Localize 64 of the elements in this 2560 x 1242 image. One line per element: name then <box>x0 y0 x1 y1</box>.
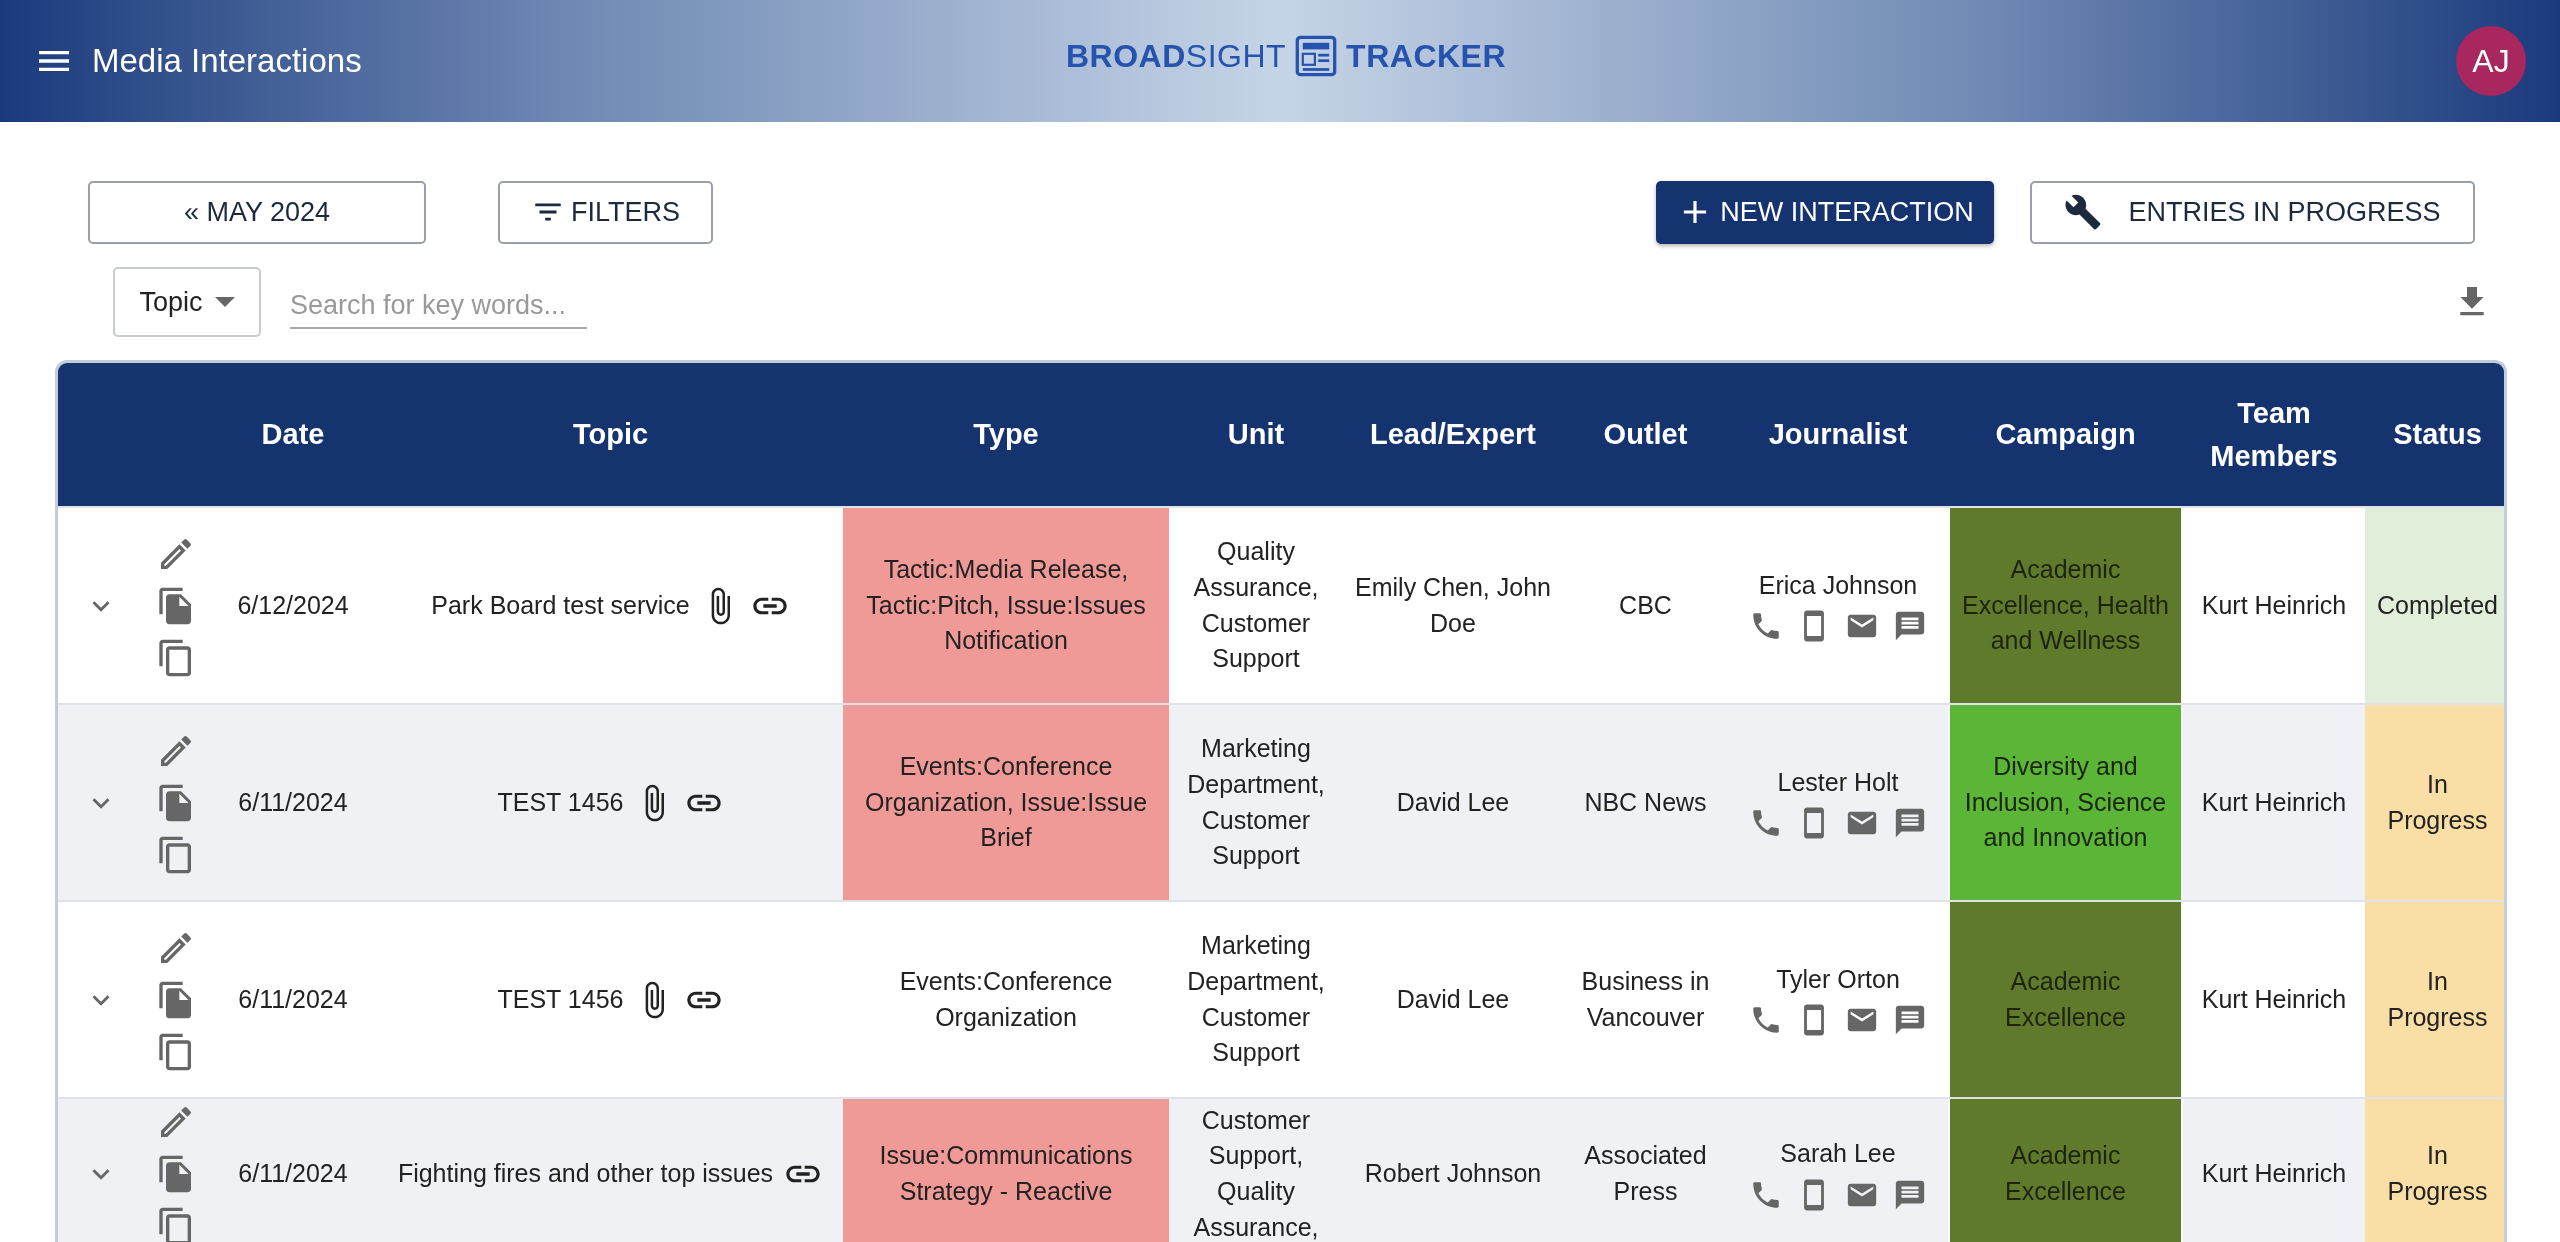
field-select[interactable]: Topic <box>113 267 261 337</box>
outlet-text: Business in Vancouver <box>1580 965 1711 1033</box>
unit-text: Marketing Department, Customer Support <box>1186 733 1326 872</box>
journalist-text: Lester Holt <box>1777 766 1899 798</box>
user-avatar[interactable]: AJ <box>2456 26 2526 96</box>
newspaper-icon <box>1294 34 1339 78</box>
campaign-cell: Academic Excellence <box>1948 1099 2183 1242</box>
wrench-icon <box>2064 193 2103 231</box>
lead-text: Robert Johnson <box>1364 1158 1542 1190</box>
column-header: Status <box>2392 417 2483 453</box>
new-interaction-button[interactable]: NEW INTERACTION <box>1656 180 1994 244</box>
team-member-text: Kurt Heinrich <box>2201 983 2347 1015</box>
status-cell: In Progress <box>2365 1099 2504 1242</box>
column-header: Lead/Expert <box>1369 417 1537 453</box>
type-cell: Tactic:Media Release, Tactic:Pitch, Issue:Issues Notification <box>843 508 1169 703</box>
team-member-text: Kurt Heinrich <box>2201 589 2347 621</box>
logo-text-bold: TRACKER <box>1346 37 1507 75</box>
lead-text: David Lee <box>1396 983 1510 1015</box>
logo-text: SIGHT <box>1185 37 1287 75</box>
status-cell: In Progress <box>2365 705 2504 900</box>
topic-text: Park Board test service <box>431 589 690 621</box>
team-member-text: Kurt Heinrich <box>2201 786 2347 818</box>
column-header: Outlet <box>1602 417 1689 453</box>
dropdown-caret-icon <box>214 297 235 307</box>
column-header: Campaign <box>1994 417 2137 453</box>
column-header: Journalist <box>1767 417 1909 453</box>
column-header: Topic <box>571 417 650 453</box>
topic-text: TEST 1456 <box>497 786 624 818</box>
type-cell-text: Events:Conference Organization <box>898 965 1114 1033</box>
column-header: Team Members <box>2209 396 2339 474</box>
outlet-text: CBC <box>1619 589 1672 621</box>
column-header: Date <box>260 417 326 453</box>
lead-text: David Lee <box>1396 786 1510 818</box>
unit-text: Quality Assurance, Customer Support <box>1192 536 1320 675</box>
type-cell: Issue:Communications Strategy - Reactive <box>843 1099 1169 1242</box>
unit-text: Customer Support, Quality Assurance, <box>1192 1104 1320 1242</box>
lead-text: Emily Chen, John Doe <box>1355 571 1551 639</box>
outlet-text: NBC News <box>1584 786 1707 818</box>
status-cell: Completed <box>2365 508 2504 703</box>
team-member-text: Kurt Heinrich <box>2201 1158 2347 1190</box>
filters-button[interactable]: FILTERS <box>498 180 713 244</box>
status-cell: In Progress <box>2365 902 2504 1097</box>
date-text: 6/11/2024 <box>238 786 348 818</box>
journalist-text: Tyler Orton <box>1776 963 1900 995</box>
unit-text: Marketing Department, Customer Support <box>1186 930 1326 1069</box>
page-title: Media Interactions <box>92 42 362 80</box>
type-cell: Events:Conference Organization, Issue:Issue Brief <box>843 705 1169 900</box>
date-text: 6/12/2024 <box>237 589 349 621</box>
month-button[interactable]: « MAY 2024 <box>88 180 426 244</box>
column-header: Unit <box>1226 417 1286 453</box>
journalist-text: Sarah Lee <box>1780 1138 1896 1170</box>
entries-in-progress-button[interactable]: ENTRIES IN PROGRESS <box>2030 180 2475 244</box>
outlet-text: Associated Press <box>1583 1140 1708 1207</box>
column-header: Type <box>972 417 1040 453</box>
topic-text: TEST 1456 <box>497 983 624 1015</box>
date-text: 6/11/2024 <box>238 983 348 1015</box>
logo-text-bold: BROAD <box>1066 37 1186 75</box>
campaign-cell: Academic Excellence <box>1948 902 2183 1097</box>
search-field[interactable]: Search for key words... <box>290 283 587 329</box>
topic-text: Fighting fires and other top issues <box>397 1158 774 1190</box>
campaign-cell: Academic Excellence, Health and Wellness <box>1948 508 2183 703</box>
journalist-text: Erica Johnson <box>1758 569 1918 601</box>
date-text: 6/11/2024 <box>238 1158 348 1190</box>
campaign-cell: Diversity and Inclusion, Science and Innovation <box>1948 705 2183 900</box>
